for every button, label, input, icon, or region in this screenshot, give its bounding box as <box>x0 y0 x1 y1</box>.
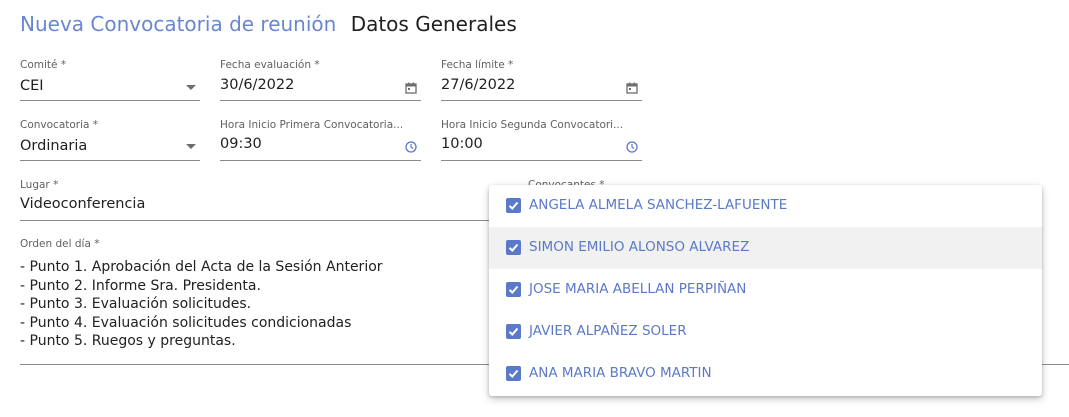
page-title: Nueva Convocatoria de reunión Datos Gene… <box>20 12 517 36</box>
comite-value: CEI <box>20 78 44 94</box>
orden-line: - Punto 4. Evaluación solicitudes condic… <box>20 314 352 331</box>
comite-label: Comité * <box>20 59 67 71</box>
convocante-label: ANA MARIA BRAVO MARTIN <box>529 365 712 381</box>
orden-del-dia-field: Orden del día * <box>20 238 420 252</box>
fecha-evaluacion-underline <box>220 100 421 101</box>
convocatoria-underline <box>20 160 200 161</box>
orden-line: - Punto 5. Ruegos y preguntas. <box>20 333 236 349</box>
check-icon <box>508 285 519 294</box>
comite-underline <box>20 100 200 101</box>
convocante-label: ANGELA ALMELA SANCHEZ-LAFUENTE <box>529 197 788 213</box>
fecha-evaluacion-value: 30/6/2022 <box>220 77 295 93</box>
orden-line: - Punto 3. Evaluación solicitudes. <box>20 296 252 312</box>
convocatoria-value: Ordinaria <box>20 138 88 154</box>
fecha-limite-field[interactable]: Fecha límite * 27/6/2022 <box>441 59 642 101</box>
calendar-icon[interactable] <box>626 82 638 94</box>
convocante-option[interactable]: ANGELA ALMELA SANCHEZ-LAFUENTE <box>489 185 1042 227</box>
clock-icon[interactable] <box>626 141 638 153</box>
convocante-option[interactable]: JAVIER ALPAÑEZ SOLER <box>489 311 1042 353</box>
check-icon <box>508 243 519 252</box>
check-icon <box>508 369 519 378</box>
hora-inicio-primera-underline <box>220 160 421 161</box>
chevron-down-icon[interactable] <box>186 144 196 149</box>
check-icon <box>508 327 519 336</box>
convocante-option[interactable]: JOSE MARIA ABELLAN PERPIÑAN <box>489 269 1042 311</box>
orden-line: - Punto 2. Informe Sra. Presidenta. <box>20 277 261 294</box>
fecha-limite-underline <box>441 100 642 101</box>
chevron-down-icon[interactable] <box>186 85 196 90</box>
convocatoria-label: Convocatoria * <box>20 119 99 131</box>
convocante-label: JOSE MARIA ABELLAN PERPIÑAN <box>529 281 747 297</box>
fecha-limite-label: Fecha límite * <box>441 59 514 71</box>
page-title-main: Nueva Convocatoria de reunión <box>20 12 337 36</box>
convocante-label: SIMON EMILIO ALONSO ALVAREZ <box>529 239 750 255</box>
checkbox[interactable] <box>506 324 521 339</box>
fecha-evaluacion-field[interactable]: Fecha evaluación * 30/6/2022 <box>220 59 421 101</box>
hora-inicio-primera-label: Hora Inicio Primera Convocatoria... <box>220 119 404 131</box>
hora-inicio-segunda-field[interactable]: Hora Inicio Segunda Convocatori... 10:00 <box>441 119 642 161</box>
hora-inicio-primera-value: 09:30 <box>220 136 262 152</box>
comite-select[interactable]: Comité * CEI <box>20 59 200 101</box>
fecha-limite-value: 27/6/2022 <box>441 77 516 93</box>
check-icon <box>508 201 519 210</box>
hora-inicio-primera-field[interactable]: Hora Inicio Primera Convocatoria... 09:3… <box>220 119 421 161</box>
lugar-label: Lugar * <box>20 179 59 191</box>
fecha-evaluacion-label: Fecha evaluación * <box>220 59 320 71</box>
convocante-label: JAVIER ALPAÑEZ SOLER <box>529 323 687 339</box>
checkbox[interactable] <box>506 282 521 297</box>
convocantes-dropdown[interactable]: ANGELA ALMELA SANCHEZ-LAFUENTE SIMON EMI… <box>489 185 1042 396</box>
lugar-value: Videoconferencia <box>20 196 146 212</box>
checkbox[interactable] <box>506 240 521 255</box>
orden-del-dia-textarea[interactable]: - Punto 1. Aprobación del Acta de la Ses… <box>20 258 383 351</box>
calendar-icon[interactable] <box>405 82 417 94</box>
lugar-underline <box>20 220 510 221</box>
hora-inicio-segunda-label: Hora Inicio Segunda Convocatori... <box>441 119 624 131</box>
convocante-option[interactable]: ANA MARIA BRAVO MARTIN <box>489 353 1042 395</box>
checkbox[interactable] <box>506 198 521 213</box>
lugar-field[interactable]: Lugar * Videoconferencia <box>20 179 510 221</box>
checkbox[interactable] <box>506 366 521 381</box>
orden-line: - Punto 1. Aprobación del Acta de la Ses… <box>20 259 383 275</box>
convocante-option[interactable]: SIMON EMILIO ALONSO ALVAREZ <box>489 227 1042 269</box>
clock-icon[interactable] <box>405 141 417 153</box>
hora-inicio-segunda-underline <box>441 160 642 161</box>
hora-inicio-segunda-value: 10:00 <box>441 136 483 152</box>
convocatoria-select[interactable]: Convocatoria * Ordinaria <box>20 119 200 161</box>
page-title-section: Datos Generales <box>350 12 517 36</box>
orden-del-dia-label: Orden del día * <box>20 238 100 250</box>
